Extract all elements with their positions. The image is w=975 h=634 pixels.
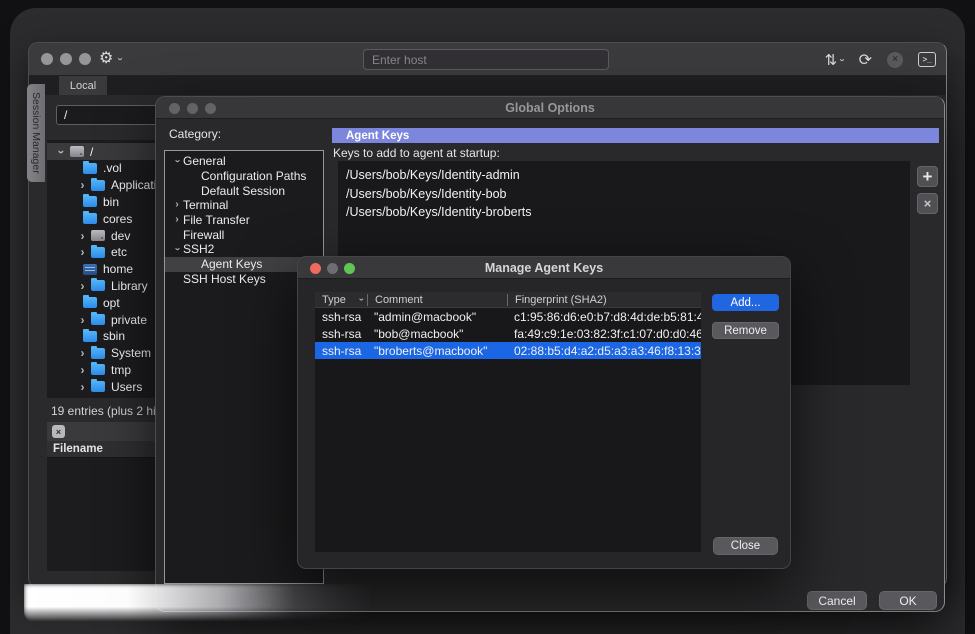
panel-header: Agent Keys	[332, 128, 939, 143]
host-input[interactable]	[363, 49, 609, 70]
global-options-titlebar: Global Options	[156, 97, 944, 119]
expander-icon[interactable]: ›	[171, 215, 183, 225]
sort-button[interactable]: ⇅ ›	[825, 51, 844, 69]
tree-label: Users	[111, 380, 142, 394]
close-window-button[interactable]	[41, 53, 53, 65]
expander-icon[interactable]: ›	[76, 280, 89, 292]
chevron-down-icon: ›	[115, 57, 125, 60]
entries-status-text: 19 entries (plus 2 hid	[51, 404, 162, 418]
tree-label: tmp	[111, 363, 131, 377]
terminal-button[interactable]: >_	[918, 52, 936, 67]
add-button[interactable]: Add...	[712, 294, 779, 311]
category-label: Category:	[169, 127, 221, 141]
manage-keys-titlebar: Manage Agent Keys	[298, 257, 790, 279]
tab-local[interactable]: Local	[59, 76, 107, 95]
refresh-button[interactable]: ⟳	[859, 50, 872, 70]
toolbar-right-icons: ⇅ › ⟳ × >_	[825, 43, 936, 76]
clear-filter-button[interactable]: ×	[52, 425, 65, 438]
tree-label: .vol	[103, 161, 122, 175]
session-tab-bar: Local	[29, 76, 946, 95]
agent-keys-table: Type › Comment Fingerprint (SHA2) ssh-rs…	[315, 292, 701, 552]
column-fingerprint[interactable]: Fingerprint (SHA2)	[507, 294, 701, 306]
folder-icon	[91, 314, 105, 325]
agent-key-item[interactable]: /Users/bob/Keys/Identity-admin	[346, 166, 902, 185]
keys-label: Keys to add to agent at startup:	[333, 146, 500, 160]
tree-label: opt	[103, 296, 120, 310]
drive-icon	[70, 146, 84, 157]
home-server-icon	[83, 264, 97, 275]
agent-key-item[interactable]: /Users/bob/Keys/Identity-broberts	[346, 203, 902, 222]
expander-icon[interactable]: ›	[76, 230, 89, 242]
tree-label: etc	[111, 245, 127, 259]
category-item[interactable]: ›Terminal	[165, 198, 323, 213]
ok-button[interactable]: OK	[879, 591, 937, 610]
sort-icon: ⇅	[825, 51, 837, 69]
expander-icon[interactable]: ›	[76, 246, 89, 258]
expander-icon[interactable]: ›	[76, 381, 89, 393]
folder-icon	[91, 348, 105, 359]
expander-icon[interactable]: ›	[76, 314, 89, 326]
manage-agent-keys-dialog: Manage Agent Keys Type › Comment Fingerp…	[297, 256, 791, 569]
expander-icon[interactable]: ›	[172, 243, 182, 255]
disconnect-button[interactable]: ×	[887, 52, 903, 68]
category-item[interactable]: Configuration Paths	[165, 169, 323, 184]
tree-label: bin	[103, 195, 119, 209]
column-type[interactable]: Type ›	[315, 294, 367, 306]
folder-icon	[91, 381, 105, 392]
table-header[interactable]: Type › Comment Fingerprint (SHA2)	[315, 292, 701, 308]
tree-label: Library	[111, 279, 148, 293]
table-row-selected[interactable]: ssh-rsa "broberts@macbook" 02:88:b5:d4:a…	[315, 342, 701, 359]
category-item[interactable]: Firewall	[165, 227, 323, 242]
folder-icon	[83, 196, 97, 207]
category-item[interactable]: ›General	[165, 154, 323, 169]
tree-label: dev	[111, 229, 130, 243]
table-row[interactable]: ssh-rsa "bob@macbook" fa:49:c9:1e:03:82:…	[315, 325, 701, 342]
expander-icon[interactable]: ›	[56, 145, 68, 158]
add-key-button[interactable]: +	[917, 166, 938, 187]
folder-icon	[91, 180, 105, 191]
expander-icon[interactable]: ›	[76, 179, 89, 191]
dialog-title: Manage Agent Keys	[298, 261, 790, 275]
main-toolbar: ⚙ › ⇅ › ⟳ × >_	[29, 43, 946, 76]
folder-icon	[83, 163, 97, 174]
chevron-down-icon: ›	[837, 58, 847, 61]
dialog-title: Global Options	[156, 101, 944, 115]
category-item[interactable]: ›File Transfer	[165, 213, 323, 228]
tree-label: home	[103, 262, 133, 276]
tree-label: System	[111, 346, 151, 360]
agent-key-item[interactable]: /Users/bob/Keys/Identity-bob	[346, 185, 902, 204]
expander-icon[interactable]: ›	[76, 347, 89, 359]
settings-menu-button[interactable]: ⚙ ›	[99, 48, 122, 70]
expander-icon[interactable]: ›	[76, 364, 89, 376]
sort-chevron-icon: ›	[357, 298, 366, 301]
folder-icon	[91, 364, 105, 375]
remove-button[interactable]: Remove	[712, 322, 779, 339]
folder-icon	[83, 297, 97, 308]
gear-icon: ⚙	[99, 48, 113, 70]
screenshot-stage: ⚙ › ⇅ › ⟳ × >_ Local › /	[0, 0, 975, 634]
table-row[interactable]: ssh-rsa "admin@macbook" c1:95:86:d6:e0:b…	[315, 308, 701, 325]
category-item[interactable]: ›SSH2	[165, 242, 323, 257]
tree-label: /	[90, 145, 93, 159]
close-button[interactable]: Close	[713, 537, 778, 555]
tree-label: sbin	[103, 329, 125, 343]
zoom-window-button[interactable]	[79, 53, 91, 65]
folder-icon	[83, 331, 97, 342]
tree-label: cores	[103, 212, 132, 226]
session-manager-label: Session Manager	[30, 92, 42, 174]
folder-icon	[91, 280, 105, 291]
folder-icon	[91, 247, 105, 258]
expander-icon[interactable]: ›	[171, 200, 183, 210]
drive-icon	[91, 230, 105, 241]
minimize-window-button[interactable]	[60, 53, 72, 65]
tree-label: private	[111, 313, 147, 327]
window-controls	[41, 53, 91, 65]
category-item[interactable]: Default Session	[165, 183, 323, 198]
folder-icon	[83, 213, 97, 224]
expander-icon[interactable]: ›	[172, 155, 182, 167]
column-comment[interactable]: Comment	[367, 294, 507, 306]
session-manager-tab[interactable]: Session Manager	[27, 84, 45, 182]
cancel-button[interactable]: Cancel	[807, 591, 867, 610]
delete-key-button[interactable]: ×	[917, 193, 938, 214]
